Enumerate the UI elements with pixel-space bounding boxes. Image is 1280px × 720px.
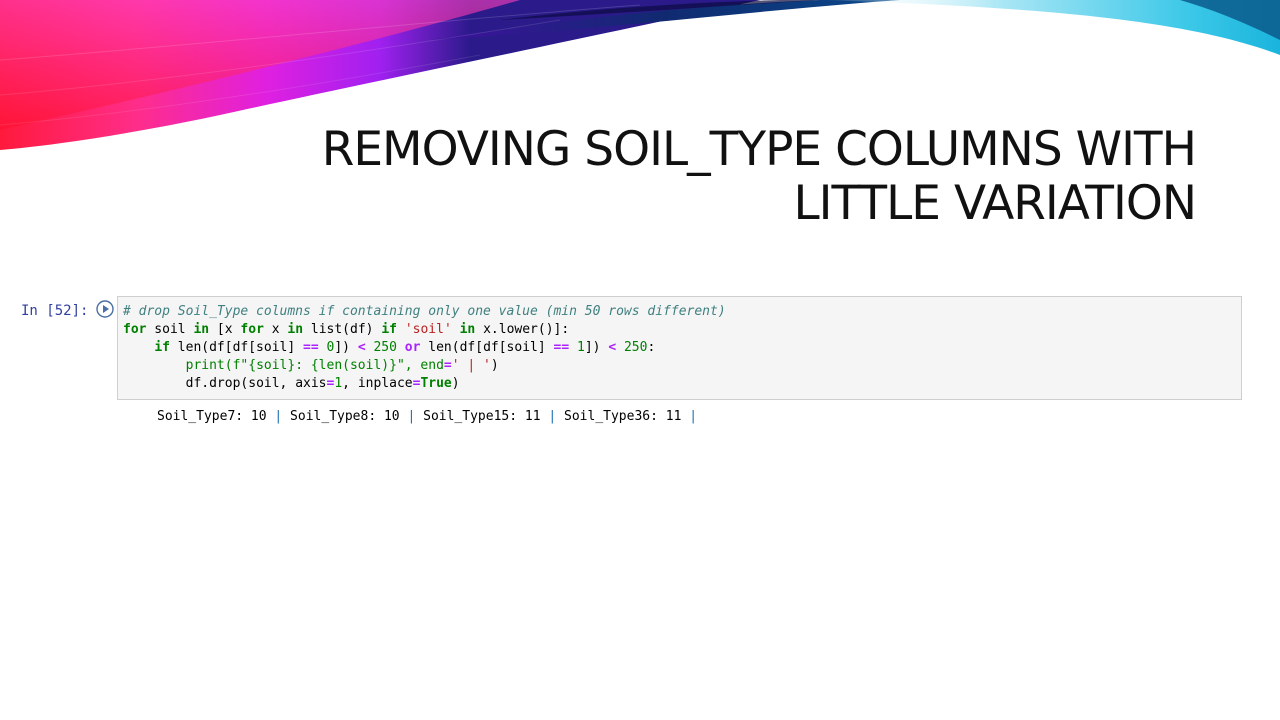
slide-title-line-2: LITTLE VARIATION [793, 176, 1197, 232]
kw: in [459, 322, 476, 337]
operator: = [443, 358, 452, 373]
code-text: len(df[df[soil] [169, 340, 304, 355]
code-text: print(f"{soil}: {len(soil)}", end [185, 358, 444, 373]
cell-output: Soil_Type7: 10 | Soil_Type8: 10 | Soil_T… [157, 408, 697, 426]
kw: in [287, 322, 304, 337]
code-text: x.lower()]: [475, 322, 570, 337]
kw: if [154, 340, 170, 355]
string-literal: 'soil' [404, 322, 452, 337]
kw: in [193, 322, 210, 337]
code-text: x [263, 322, 288, 337]
code-cell-input[interactable]: # drop Soil_Type columns if containing o… [117, 296, 1242, 400]
slide-title: REMOVING SOIL_TYPE COLUMNS WITH LITTLE V… [296, 122, 1197, 232]
number: 1 [577, 340, 585, 355]
output-separator: | [548, 409, 557, 424]
operator: == [303, 340, 319, 355]
code-text: ]) [584, 340, 609, 355]
code-text: ]) [334, 340, 358, 355]
number: 250 [373, 340, 397, 355]
boolean-literal: True [420, 376, 452, 391]
code-text: df.drop(soil, axis [185, 376, 327, 391]
slide: REMOVING SOIL_TYPE COLUMNS WITH LITTLE V… [0, 0, 1280, 720]
run-cell-icon[interactable] [96, 300, 114, 318]
string-literal: ' | ' [451, 358, 491, 373]
code-text: : [647, 340, 656, 355]
code-text: list(df) [303, 322, 382, 337]
code-text: , inplace [342, 376, 413, 391]
operator: or [404, 340, 421, 355]
number: 250 [623, 340, 648, 355]
kw: for [240, 322, 264, 337]
kw: for [123, 322, 147, 337]
operator: == [553, 340, 570, 355]
output-item: Soil_Type15: 11 [415, 409, 549, 424]
output-item: Soil_Type7: 10 [157, 409, 275, 424]
number: 1 [334, 376, 343, 391]
output-item: Soil_Type36: 11 [556, 409, 690, 424]
output-item: Soil_Type8: 10 [282, 409, 408, 424]
code-editor[interactable]: # drop Soil_Type columns if containing o… [123, 303, 726, 393]
operator: < [357, 340, 366, 355]
output-separator: | [689, 409, 698, 424]
code-text: len(df[df[soil] [420, 340, 554, 355]
code-text: ) [451, 376, 460, 391]
code-text: soil [146, 322, 194, 337]
operator: < [608, 340, 617, 355]
code-comment: # drop Soil_Type columns if containing o… [123, 304, 726, 319]
cell-prompt: In [52]: [21, 303, 89, 319]
kw: if [381, 322, 397, 337]
code-text: ) [490, 358, 499, 373]
code-text: [x [209, 322, 241, 337]
slide-title-line-1: REMOVING SOIL_TYPE COLUMNS WITH [321, 122, 1197, 178]
